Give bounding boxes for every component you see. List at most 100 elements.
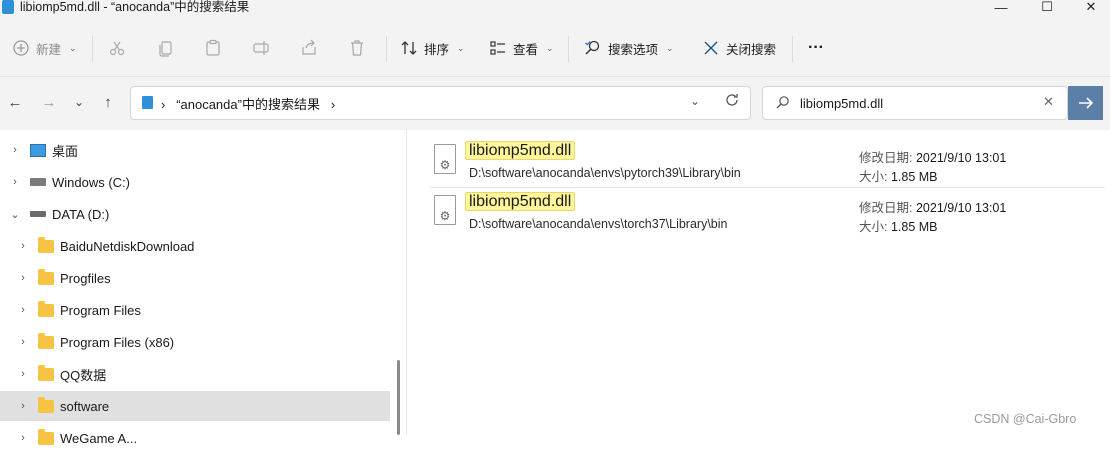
trash-icon [351,40,363,56]
up-button[interactable]: ↑ [99,92,117,112]
result-modified: 修改日期: 2021/9/10 13:01 [859,197,1006,216]
chevron-right-icon[interactable]: › [18,368,28,380]
chevron-right-icon[interactable]: › [18,272,28,284]
sidebar-item-label: QQ数据 [60,367,107,383]
search-go-button[interactable] [1068,86,1103,120]
breadcrumb-current[interactable]: “anocanda”中的搜索结果 [176,97,320,112]
paste-button[interactable] [204,20,222,76]
chevron-down-icon[interactable]: ⌄ [10,208,20,221]
rename-button[interactable] [252,20,270,76]
back-button[interactable]: ← [6,92,24,112]
result-size: 大小: 1.85 MB [859,216,938,235]
folder-icon [38,300,54,317]
pane-divider[interactable] [406,130,407,435]
toolbar-separator [792,36,793,62]
sidebar-item-baidunetdiskdownload[interactable]: › BaiduNetdiskDownload [0,231,390,261]
maximize-button[interactable]: ☐ [1024,0,1070,14]
refresh-button[interactable] [724,92,740,111]
toolbar-separator [386,36,387,62]
recent-locations-button[interactable]: ⌄ [70,92,88,112]
plus-circle-icon [13,40,29,56]
modified-label: 修改日期: [859,151,913,165]
sidebar-item-label: DATA (D:) [52,206,110,222]
close-button[interactable]: ✕ [1068,0,1110,14]
search-options-button[interactable]: 搜索选项 ⌄ [584,20,674,76]
folder-icon [38,236,54,253]
sidebar-item-label: Program Files [60,302,141,318]
sidebar-item-qq-data[interactable]: › QQ数据 [0,359,390,389]
clear-search-button[interactable]: ✕ [1043,94,1054,110]
sidebar-item-program-files[interactable]: › Program Files [0,295,390,325]
sidebar-item-progfiles[interactable]: › Progfiles [0,263,390,293]
search-input[interactable] [800,93,1030,113]
modified-value: 2021/9/10 13:01 [915,151,1007,165]
chevron-right-icon[interactable]: › [18,400,28,412]
watermark: CSDN @Cai-Gbro [974,412,1077,426]
scissors-icon [109,41,125,56]
chevron-right-icon[interactable]: › [10,144,20,156]
window-title: libiomp5md.dll - “anocanda”中的搜索结果 [20,0,250,14]
search-icon [776,96,789,109]
size-label: 大小: [859,220,888,234]
rename-icon [253,41,269,55]
result-item[interactable]: ⚙ libiomp5md.dll D:\software\anocanda\en… [430,188,1105,238]
minimize-button[interactable]: — [978,0,1024,15]
new-button[interactable]: 新建 ⌄ [12,20,77,76]
sidebar-item-program-files-x86[interactable]: › Program Files (x86) [0,327,390,357]
refresh-icon [726,94,738,106]
drive-icon [30,178,46,186]
close-search-button[interactable]: 关闭搜索 [702,20,776,76]
more-options-button[interactable]: ··· [808,20,824,76]
sidebar-item-windows-c[interactable]: › Windows (C:) [0,167,390,197]
result-item[interactable]: ⚙ libiomp5md.dll D:\software\anocanda\en… [430,137,1105,187]
chevron-right-icon[interactable]: › [18,304,28,316]
sidebar-item-label: WeGame A... [60,430,138,446]
sidebar-item-label: Program Files (x86) [60,334,175,350]
new-label: 新建 [36,42,62,57]
chevron-right-icon[interactable]: › [18,432,28,444]
cut-button[interactable] [108,20,126,76]
view-button[interactable]: 查看 ⌄ [489,20,554,76]
sidebar-item-data-d[interactable]: ⌄ DATA (D:) [0,199,390,229]
search-options-icon [585,40,600,55]
sidebar-item-wegame[interactable]: › WeGame A... [0,423,390,453]
clipboard-icon [206,39,220,56]
chevron-down-icon: ⌄ [666,42,674,53]
sort-label: 排序 [424,42,450,57]
modified-value: 2021/9/10 13:01 [915,201,1007,215]
sidebar-item-label: Windows (C:) [52,174,131,190]
view-label: 查看 [513,42,539,57]
chevron-right-icon[interactable]: › [18,240,28,252]
chevron-right-icon[interactable]: › [10,176,20,188]
sort-button[interactable]: 排序 ⌄ [400,20,465,76]
address-dropdown-chevron-icon[interactable]: ⌄ [690,94,700,108]
folder-icon [38,268,54,285]
breadcrumb[interactable]: › “anocanda”中的搜索结果 › [161,94,335,113]
folder-icon [38,364,54,381]
search-options-label: 搜索选项 [608,42,659,57]
folder-icon [38,396,54,413]
size-value: 1.85 MB [890,220,938,234]
desktop-icon [30,143,46,157]
result-file-path: D:\software\anocanda\envs\pytorch39\Libr… [469,166,741,180]
window-app-icon [2,0,14,14]
share-button[interactable] [300,20,318,76]
sidebar-item-software[interactable]: › software [0,391,390,421]
sidebar-item-desktop[interactable]: › 桌面 [0,135,390,165]
drive-icon [30,211,46,217]
result-file-name[interactable]: libiomp5md.dll [465,141,576,160]
result-file-name[interactable]: libiomp5md.dll [465,192,576,211]
forward-button[interactable]: → [40,92,58,112]
delete-button[interactable] [348,20,366,76]
dll-file-icon: ⚙ [434,195,456,225]
chevron-down-icon: ⌄ [457,42,465,53]
breadcrumb-separator: › [330,97,336,112]
copy-button[interactable] [157,20,175,76]
sidebar-scrollbar[interactable] [397,360,400,435]
copy-icon [159,41,172,57]
result-file-path: D:\software\anocanda\envs\torch37\Librar… [469,217,728,231]
search-folder-icon [142,96,153,109]
folder-icon [38,332,54,349]
chevron-right-icon[interactable]: › [18,336,28,348]
sort-icon [401,41,417,55]
